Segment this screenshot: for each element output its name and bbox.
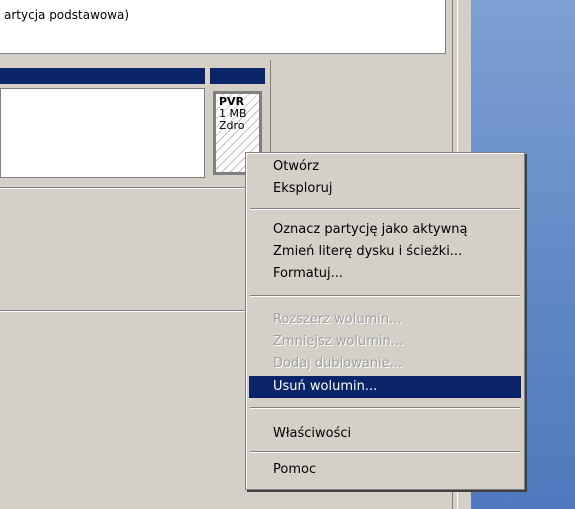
menu-item-open[interactable]: Otwórz: [249, 156, 521, 178]
menu-item-properties[interactable]: Właściwości: [249, 423, 521, 445]
menu-item-explore[interactable]: Eksploruj: [249, 178, 521, 200]
menu-item-delete-volume[interactable]: Usuń wolumin...: [249, 376, 521, 398]
menu-item-extend-volume[interactable]: Rozszerz wolumin...: [249, 309, 521, 331]
menu-item-format[interactable]: Formatuj...: [249, 263, 521, 285]
partition-header-bar: [0, 68, 205, 84]
menu-item-help[interactable]: Pomoc: [249, 459, 521, 481]
menu-separator: [250, 407, 520, 409]
volume-list-text: artycja podstawowa): [4, 8, 130, 22]
menu-separator: [250, 451, 520, 453]
volume-list-pane[interactable]: artycja podstawowa): [0, 0, 446, 54]
partition-header-bar: [210, 68, 265, 84]
menu-item-add-mirror[interactable]: Dodaj dublowanie...: [249, 353, 521, 375]
partition-status: Zdro: [219, 119, 245, 132]
menu-item-change-drive-letter[interactable]: Zmień literę dysku i ścieżki...: [249, 241, 521, 263]
menu-separator: [250, 208, 520, 210]
menu-item-mark-active[interactable]: Oznacz partycję jako aktywną: [249, 219, 521, 241]
menu-separator: [250, 295, 520, 297]
partition-block-main[interactable]: [0, 88, 205, 178]
context-menu: Otwórz Eksploruj Oznacz partycję jako ak…: [245, 152, 525, 490]
menu-item-shrink-volume[interactable]: Zmniejsz wolumin...: [249, 331, 521, 353]
